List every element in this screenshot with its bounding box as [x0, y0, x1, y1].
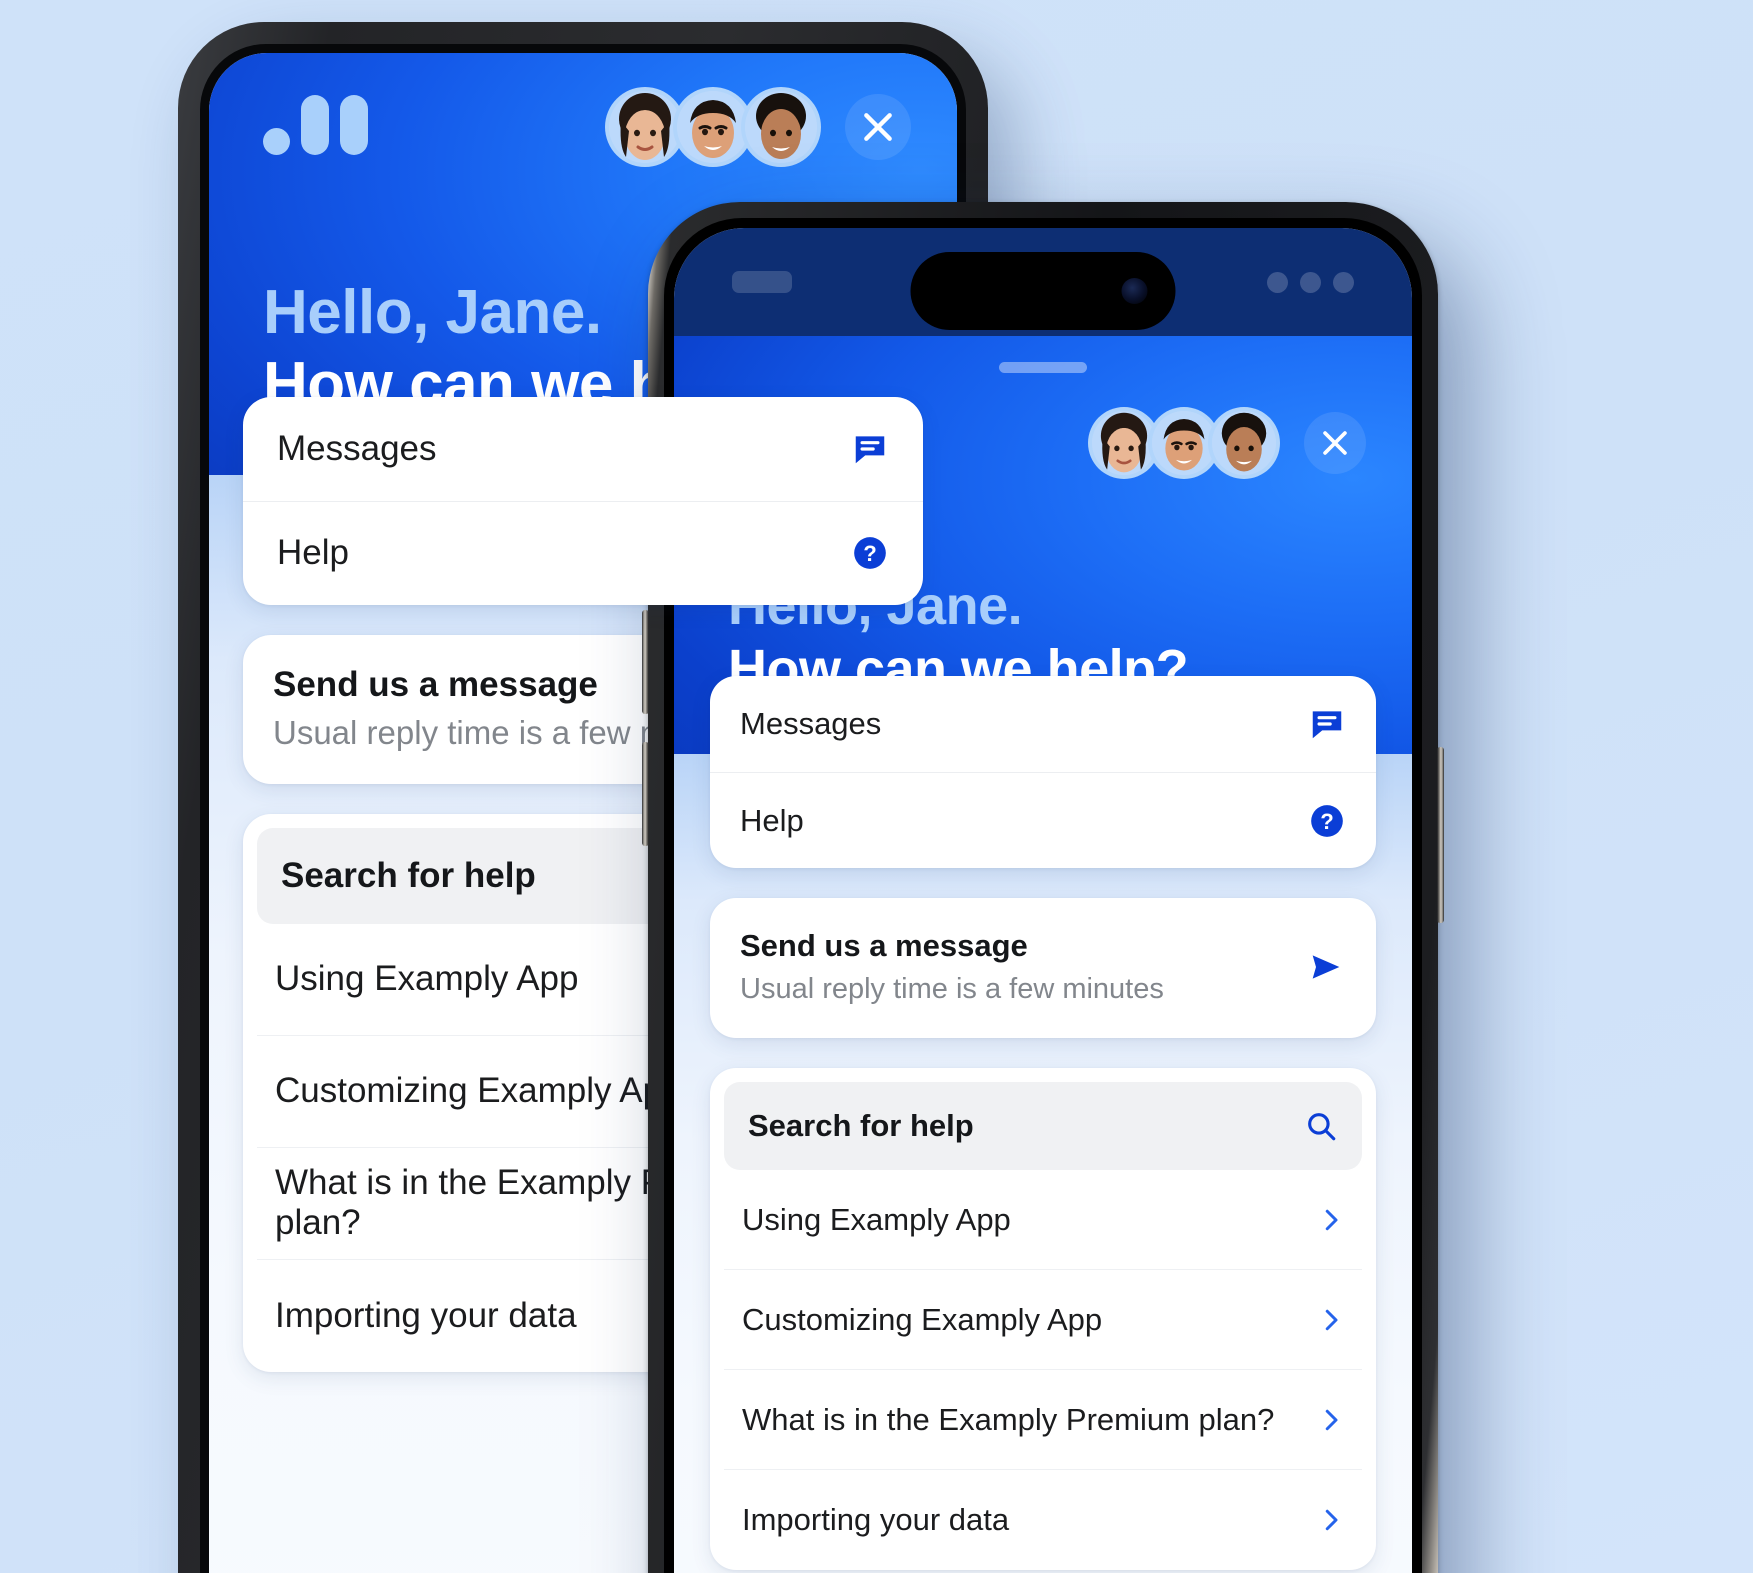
send-message-card[interactable]: Send us a message Usual reply time is a …: [710, 898, 1376, 1039]
help-article-title: Customizing Examply App: [742, 1301, 1103, 1337]
avatar-face-1: [609, 91, 681, 163]
nav-label: Help: [740, 802, 804, 838]
screenshot-stage: Hello, Jane. How can we help? Messages H…: [0, 0, 1753, 1573]
nav-row-help[interactable]: Help ?: [243, 500, 923, 605]
chat-bubble-icon: [1308, 705, 1346, 743]
teammate-avatars[interactable]: [605, 87, 821, 167]
help-article-title: Using Examply App: [742, 1201, 1011, 1237]
avatar[interactable]: [1208, 407, 1280, 479]
help-card: Search for help Using Examply App Custom…: [710, 1068, 1376, 1571]
volume-down-button[interactable]: [642, 742, 649, 846]
nav-row-messages[interactable]: Messages: [243, 397, 923, 501]
help-article-title: Customizing Examply App: [275, 1071, 682, 1111]
search-input[interactable]: Search for help: [724, 1082, 1362, 1171]
question-circle-icon: ?: [851, 534, 889, 572]
logo-dot: [263, 128, 290, 155]
header-actions: [605, 87, 911, 167]
help-article-title: Importing your data: [742, 1502, 1010, 1538]
close-button[interactable]: [845, 94, 911, 160]
logo-bar-2: [340, 95, 368, 155]
status-time-pill: [732, 271, 792, 293]
help-article-item[interactable]: Importing your data: [724, 1470, 1362, 1570]
chevron-right-icon: [1316, 1405, 1346, 1435]
help-article-item[interactable]: What is in the Examply Premium plan?: [724, 1370, 1362, 1471]
send-message-subtitle: Usual reply time is a few minutes: [740, 973, 1164, 1006]
nav-row-help[interactable]: Help ?: [710, 772, 1376, 868]
avatar-face-2: [677, 91, 749, 163]
nav-row-messages[interactable]: Messages: [710, 676, 1376, 772]
dynamic-island: [910, 252, 1176, 330]
header-row: [209, 53, 957, 167]
nav-card: Messages Help ?: [710, 676, 1376, 869]
send-message-row[interactable]: Send us a message Usual reply time is a …: [710, 898, 1376, 1038]
help-article-item[interactable]: Customizing Examply App: [724, 1270, 1362, 1371]
drag-handle[interactable]: [999, 362, 1087, 373]
send-paper-plane-icon: [1306, 947, 1346, 987]
close-button[interactable]: [1304, 412, 1366, 474]
chevron-right-icon: [1316, 1205, 1346, 1235]
header-actions: [1088, 407, 1366, 479]
chat-bubble-icon: [851, 430, 889, 468]
svg-text:?: ?: [1320, 809, 1334, 834]
search-placeholder: Search for help: [748, 1108, 974, 1144]
help-article-title: Using Examply App: [275, 959, 579, 999]
close-icon: [1323, 431, 1347, 455]
messenger-logo-icon: [263, 95, 368, 155]
send-message-title: Send us a message: [740, 928, 1028, 964]
svg-text:?: ?: [863, 541, 877, 566]
teammate-avatars[interactable]: [1088, 407, 1280, 479]
power-button[interactable]: [1437, 747, 1444, 923]
status-bar: [674, 228, 1412, 336]
front-camera-icon: [1121, 278, 1148, 304]
search-icon: [1304, 1109, 1338, 1143]
status-indicators: [1267, 271, 1354, 293]
battery-dot-icon: [1333, 271, 1354, 293]
send-message-text: Send us a message Usual reply time is a …: [740, 928, 1164, 1006]
help-article-item[interactable]: Using Examply App: [724, 1170, 1362, 1271]
close-icon: [864, 113, 892, 141]
search-placeholder: Search for help: [281, 855, 536, 895]
help-article-title: What is in the Examply Premium plan?: [742, 1401, 1275, 1437]
nav-label: Messages: [740, 706, 882, 742]
chevron-right-icon: [1316, 1505, 1346, 1535]
nav-label: Messages: [277, 428, 437, 468]
help-article-title: Importing your data: [275, 1295, 577, 1335]
avatar-face-1: [1092, 411, 1156, 475]
signal-dot-icon: [1267, 271, 1288, 293]
avatar-face-3: [745, 91, 817, 163]
messenger-body: Messages Help ? Send us a message Usual …: [674, 676, 1412, 1573]
question-circle-icon: ?: [1308, 802, 1346, 840]
avatar-face-2: [1152, 411, 1216, 475]
chevron-right-icon: [1316, 1305, 1346, 1335]
nav-card: Messages Help ?: [243, 396, 923, 605]
nav-label: Help: [277, 533, 349, 573]
volume-up-button[interactable]: [642, 610, 649, 714]
avatar[interactable]: [741, 87, 821, 167]
logo-bar-1: [301, 95, 329, 155]
wifi-dot-icon: [1300, 271, 1321, 293]
avatar-face-3: [1212, 411, 1276, 475]
